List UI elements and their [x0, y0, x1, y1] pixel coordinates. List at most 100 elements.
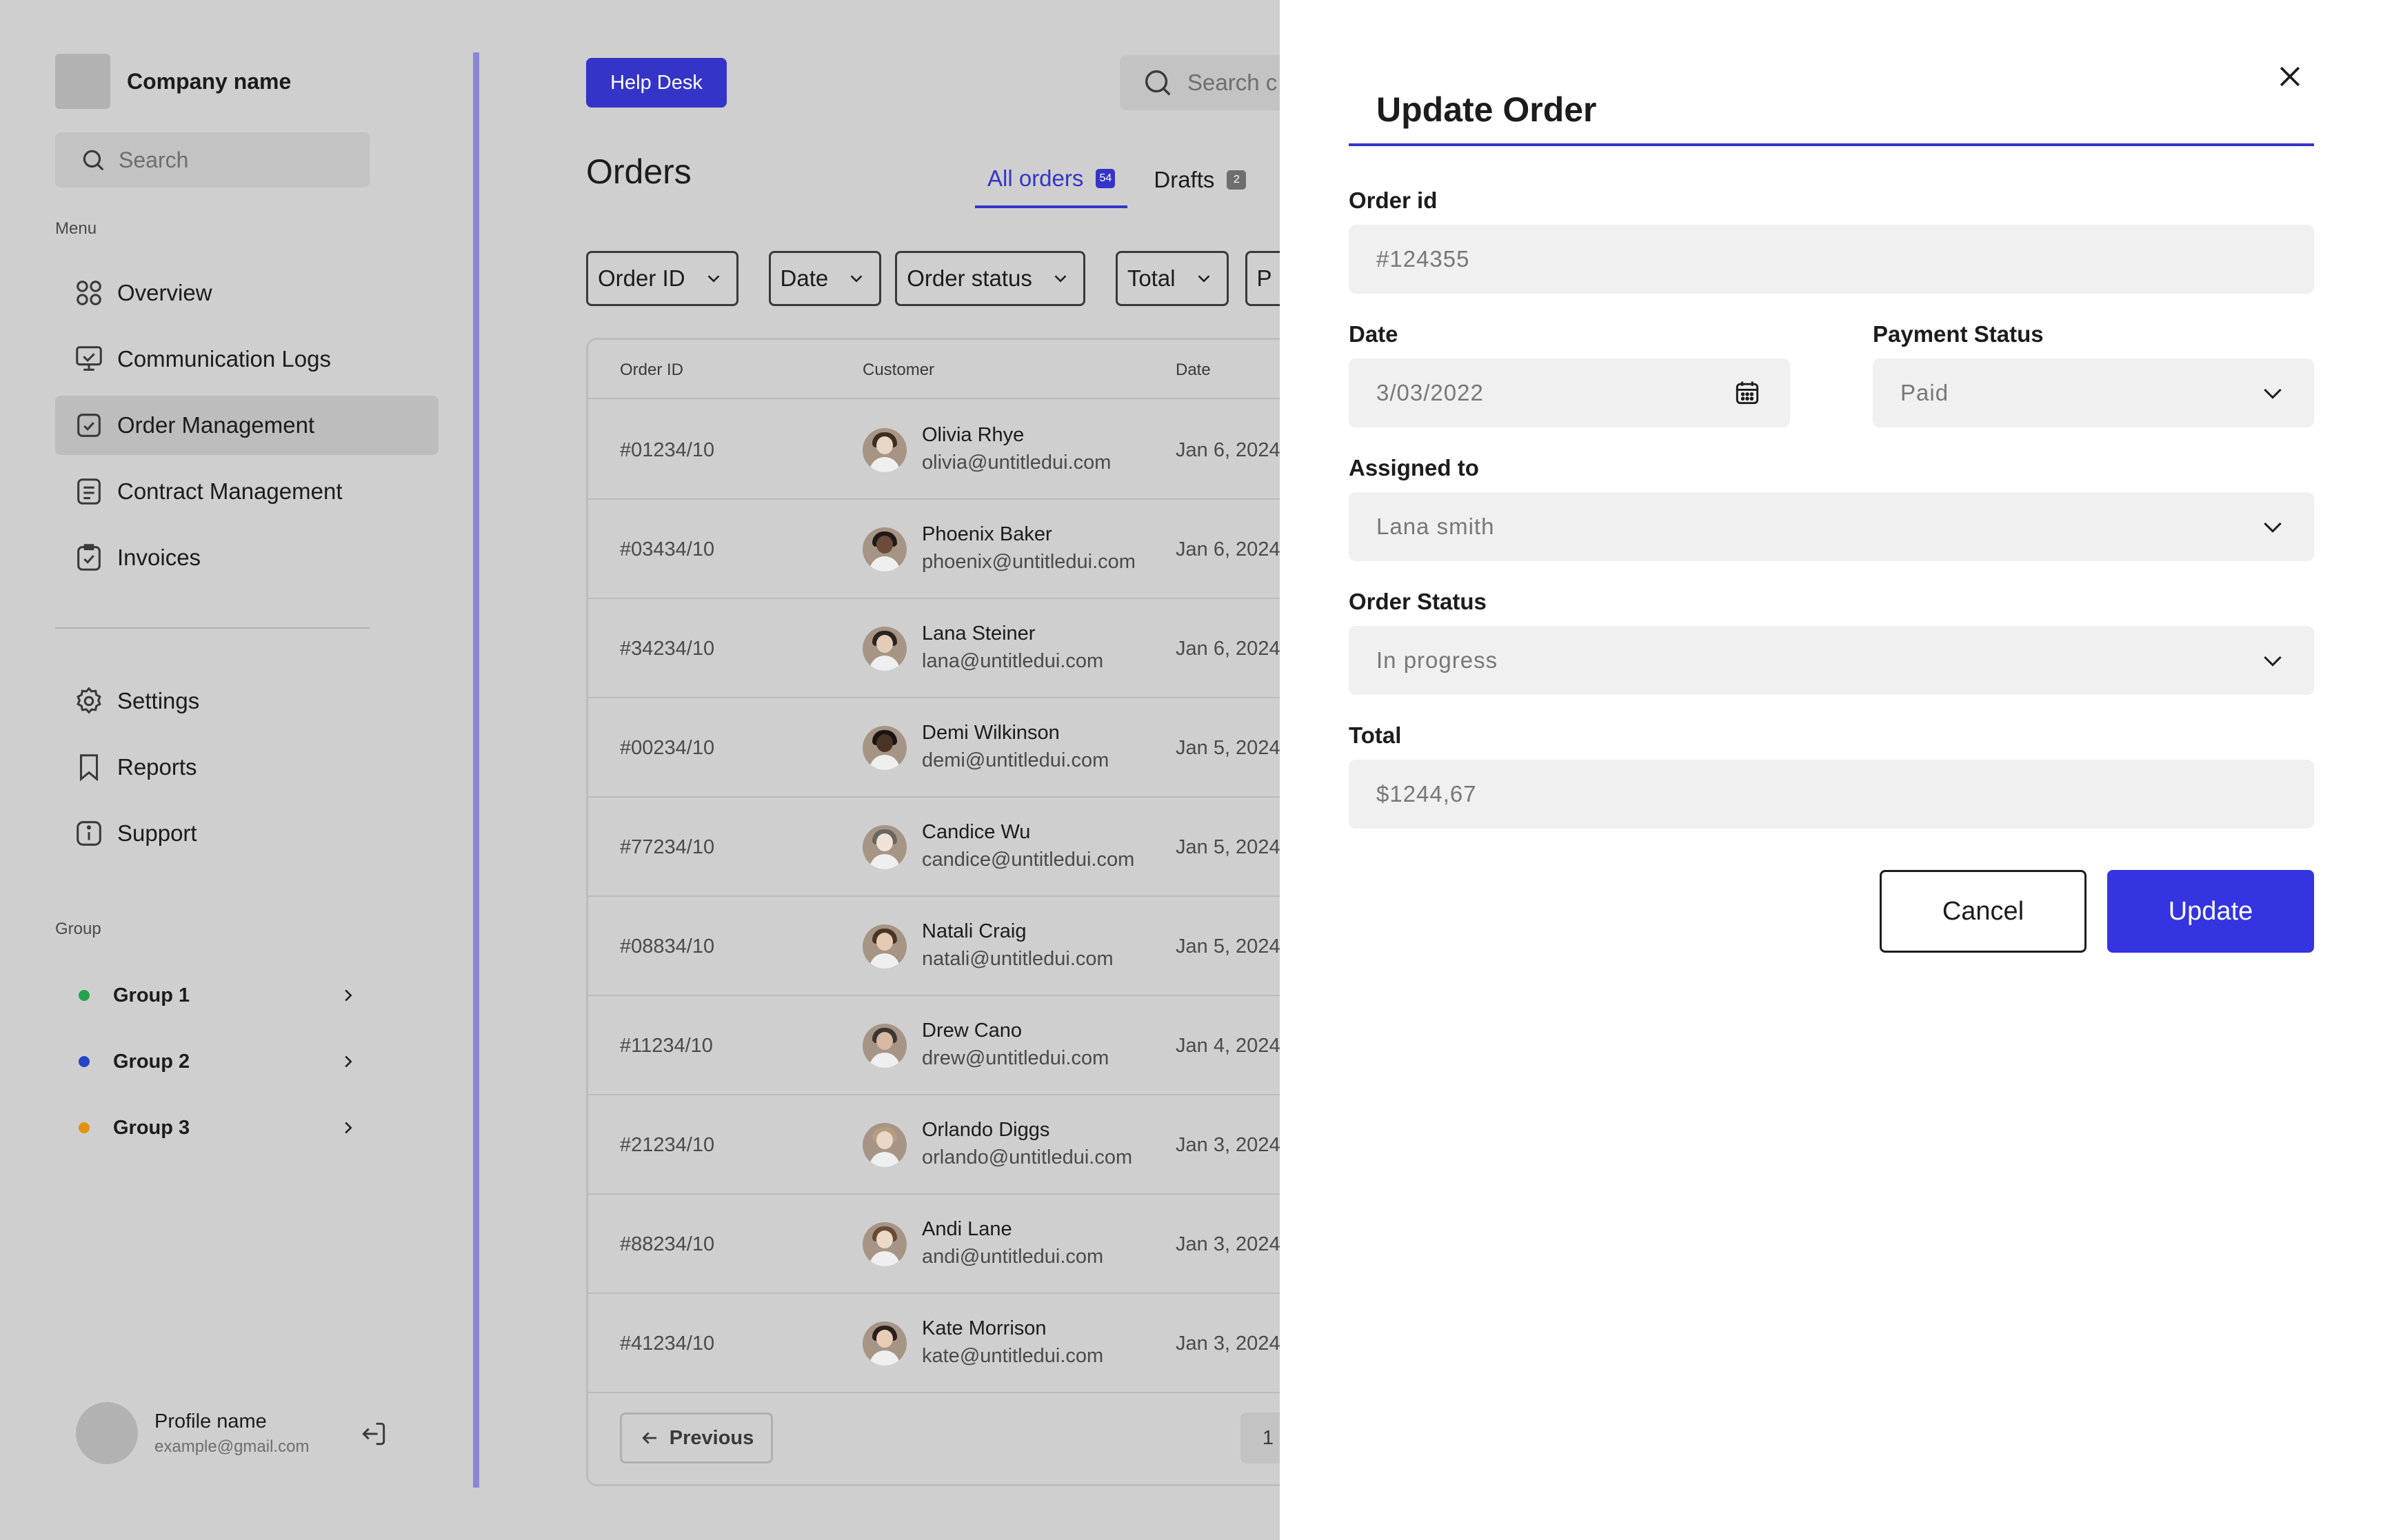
sidebar-group-3[interactable]: Group 3	[55, 1107, 359, 1148]
avatar	[863, 924, 907, 969]
payment-status-select[interactable]: Paid	[1873, 358, 2314, 427]
profile-card[interactable]: Profile name example@gmail.com	[76, 1402, 309, 1464]
cancel-button[interactable]: Cancel	[1880, 870, 2087, 953]
table-row[interactable]: #21234/10 Orlando Diggs orlando@untitledui…	[588, 1095, 1343, 1195]
company-name: Company name	[127, 68, 292, 94]
filter-date[interactable]: Date	[768, 251, 882, 306]
sidebar-item-order-management[interactable]: Order Management	[55, 396, 439, 455]
order-id-field[interactable]: #124355	[1349, 225, 2314, 294]
page-title: Orders	[586, 152, 692, 191]
company-logo	[55, 54, 110, 109]
table-row[interactable]: #88234/10 Andi Lane andi@untitledui.com Jan…	[588, 1195, 1343, 1294]
sidebar-item-communication-logs[interactable]: Communication Logs	[55, 330, 439, 389]
order-status-select[interactable]: In progress	[1349, 626, 2314, 695]
customer-name: Olivia Rhye	[922, 424, 1025, 446]
table-row[interactable]: #00234/10 Demi Wilkinson demi@untitledui.c…	[588, 698, 1343, 798]
previous-page-button[interactable]: Previous	[620, 1412, 773, 1463]
order-tabs: All orders 54 Drafts 2	[975, 165, 1258, 208]
customer-name: Phoenix Baker	[922, 523, 1052, 545]
app-window: Company name Search Menu Overview Commun…	[0, 0, 2383, 1540]
close-button[interactable]	[2273, 59, 2307, 94]
table-header: Order ID Customer Date	[588, 340, 1343, 399]
avatar-body	[869, 656, 900, 671]
avatar-body	[869, 1350, 900, 1366]
customer-name: Candice Wu	[922, 821, 1031, 843]
help-desk-button[interactable]: Help Desk	[586, 58, 727, 108]
filter-total[interactable]: Total	[1115, 251, 1229, 306]
avatar-face	[876, 833, 893, 851]
sidebar-item-invoices[interactable]: Invoices	[55, 528, 439, 587]
table-row[interactable]: #77234/10 Candice Wu candice@untitledui.co…	[588, 798, 1343, 897]
assigned-to-label: Assigned to	[1349, 455, 1479, 480]
customer-email: phoenix@untitledui.com	[922, 551, 1136, 573]
avatar-body	[869, 953, 900, 969]
document-icon	[73, 476, 105, 507]
count-badge: 2	[1227, 170, 1247, 190]
customer-name: Lana Steiner	[922, 622, 1036, 645]
sidebar-item-overview[interactable]: Overview	[55, 263, 439, 323]
table-row[interactable]: #03434/10 Phoenix Baker phoenix@untitledui…	[588, 500, 1343, 599]
total-field[interactable]: $1244,67	[1349, 760, 2314, 829]
sidebar-item-support[interactable]: Support	[55, 804, 439, 863]
avatar	[863, 428, 907, 472]
order-date-cell: Jan 5, 2024	[1176, 836, 1280, 858]
filter-bar: Order ID Date Order status Total P	[586, 251, 1287, 306]
sidebar-divider-line	[55, 627, 370, 629]
order-id-cell: #01234/10	[620, 439, 715, 461]
avatar-face	[876, 536, 893, 554]
filter-order-status[interactable]: Order status	[895, 251, 1085, 306]
orders-table: Order ID Customer Date #01234/10 Olivia R…	[586, 338, 1345, 1486]
customer-name: Natali Craig	[922, 920, 1027, 942]
filter-order-id[interactable]: Order ID	[586, 251, 738, 306]
table-row[interactable]: #01234/10 Olivia Rhye olivia@untitledui.co…	[588, 401, 1343, 500]
order-date-cell: Jan 6, 2024	[1176, 439, 1280, 461]
group-label: Group 1	[113, 984, 190, 1006]
avatar-body	[869, 556, 900, 571]
sidebar-item-contract-management[interactable]: Contract Management	[55, 462, 439, 521]
order-date-cell: Jan 3, 2024	[1176, 1233, 1280, 1255]
status-dot	[79, 1056, 90, 1067]
calendar-icon[interactable]	[1732, 378, 1762, 408]
customer-email: lana@untitledui.com	[922, 650, 1104, 672]
title-underline	[1349, 143, 2314, 146]
column-header-customer[interactable]: Customer	[863, 361, 934, 380]
table-row[interactable]: #11234/10 Drew Cano drew@untitledui.com Jan…	[588, 996, 1343, 1095]
logout-icon[interactable]	[359, 1419, 389, 1449]
assigned-to-select[interactable]: Lana smith	[1349, 492, 2314, 561]
customer-name: Demi Wilkinson	[922, 722, 1060, 744]
sidebar-group-2[interactable]: Group 2	[55, 1041, 359, 1082]
column-header-order-id[interactable]: Order ID	[620, 361, 683, 380]
tab-drafts[interactable]: Drafts 2	[1141, 165, 1258, 208]
avatar	[863, 527, 907, 571]
sidebar-item-settings[interactable]: Settings	[55, 671, 439, 731]
update-button[interactable]: Update	[2107, 870, 2314, 953]
profile-email: example@gmail.com	[154, 1437, 310, 1456]
table-row[interactable]: #08834/10 Natali Craig natali@untitledui.c…	[588, 897, 1343, 996]
table-row[interactable]: #41234/10 Kate Morrison kate@untitledui.co…	[588, 1294, 1343, 1393]
assigned-to-value: Lana smith	[1376, 514, 1495, 539]
update-order-drawer: Update Order Order id #124355 Date 3/03/…	[1280, 0, 2383, 1540]
table-row[interactable]: #34234/10 Lana Steiner lana@untitledui.com…	[588, 599, 1343, 698]
customer-name: Kate Morrison	[922, 1317, 1047, 1339]
avatar-face	[876, 1230, 893, 1248]
column-header-date[interactable]: Date	[1176, 361, 1211, 380]
sidebar-group-1[interactable]: Group 1	[55, 975, 359, 1016]
sidebar-item-label: Invoices	[117, 545, 201, 570]
sidebar-resize-handle[interactable]	[473, 52, 479, 1488]
chevron-right-icon	[338, 1051, 359, 1072]
avatar-face	[876, 1131, 893, 1149]
date-field[interactable]: 3/03/2022	[1349, 358, 1790, 427]
customer-name: Andi Lane	[922, 1218, 1012, 1240]
avatar-body	[869, 854, 900, 869]
status-dot	[79, 1122, 90, 1133]
menu-section-label: Menu	[55, 219, 97, 238]
customer-email: candice@untitledui.com	[922, 849, 1135, 871]
sidebar-search-input[interactable]: Search	[55, 132, 370, 188]
tab-all-orders[interactable]: All orders 54	[975, 165, 1128, 208]
order-id-cell: #11234/10	[620, 1035, 713, 1057]
avatar	[863, 1321, 907, 1366]
order-id-value: #124355	[1376, 246, 1470, 272]
chevron-down-icon	[1194, 268, 1214, 289]
grid-icon	[73, 277, 105, 309]
sidebar-item-reports[interactable]: Reports	[55, 738, 439, 797]
